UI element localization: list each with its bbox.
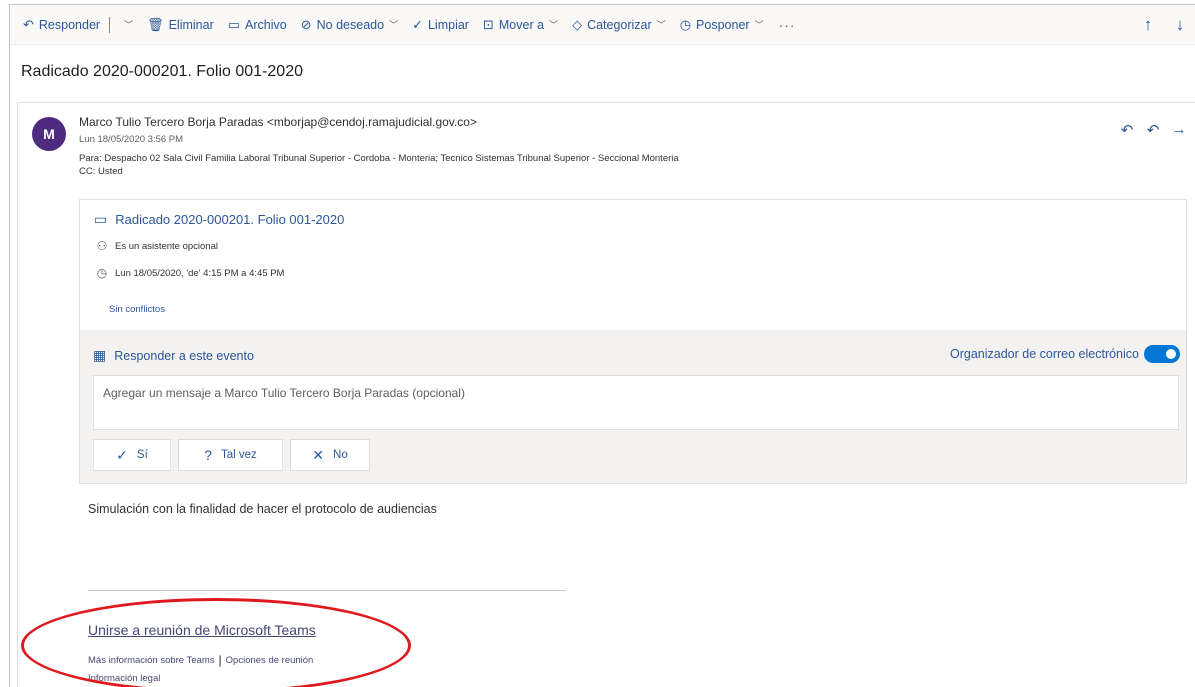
decline-button[interactable]: ✕ No	[290, 439, 370, 471]
clock-icon: ◷	[679, 16, 692, 32]
message-body: Simulación con la finalidad de hacer el …	[88, 502, 437, 516]
previous-message-icon[interactable]: ↑	[1132, 11, 1164, 39]
clock-icon: ◷	[96, 266, 108, 280]
respond-section: ▦ Responder a este evento Organizador de…	[80, 330, 1186, 483]
chevron-down-icon: ﹀	[124, 20, 134, 30]
block-icon: ⊘	[300, 16, 312, 32]
reply-icon: ↶	[23, 16, 34, 32]
divider	[88, 590, 566, 591]
conflicts-link[interactable]: Sin conflictos	[109, 304, 165, 315]
join-teams-meeting-link[interactable]: Unirse a reunión de Microsoft Teams	[88, 622, 316, 638]
trash-icon: 🗑	[147, 16, 164, 32]
teams-links: Más información sobre Teams | Opciones d…	[88, 653, 313, 667]
folder-move-icon: ⊡	[482, 16, 494, 32]
link-separator: |	[218, 653, 222, 667]
response-message-input[interactable]: Agregar un mensaje a Marco Tulio Tercero…	[93, 375, 1179, 430]
message-date: Lun 18/05/2020 3:56 PM	[79, 134, 184, 145]
reply-button[interactable]: ↶ Responder	[16, 11, 107, 39]
junk-button[interactable]: ⊘ No deseado ﹀	[294, 11, 405, 39]
checkmark-icon: ✓	[116, 446, 128, 463]
message-actions: ↶ ↶ →	[1114, 121, 1192, 139]
toggle-switch[interactable]	[1144, 345, 1180, 363]
close-icon: ✕	[312, 446, 325, 463]
calendar-reply-icon: ▦	[93, 347, 107, 363]
delete-button[interactable]: 🗑 Eliminar	[140, 11, 221, 39]
message-navigation: ↑ ↓	[1132, 11, 1195, 39]
meeting-invite: ▭ Radicado 2020-000201. Folio 001-2020 ⚇…	[79, 199, 1187, 484]
sweep-button[interactable]: ✓ Limpiar	[405, 11, 476, 39]
chevron-down-icon: ﹀	[656, 20, 666, 30]
question-icon: ?	[204, 447, 212, 463]
teams-info-link[interactable]: Más información sobre Teams	[88, 655, 215, 666]
command-bar: ↶ Responder ﹀ 🗑 Eliminar ▭ Archivo ⊘ No …	[10, 5, 1195, 45]
archive-icon: ▭	[227, 16, 241, 32]
toolbar-divider	[109, 16, 111, 33]
broom-icon: ✓	[412, 16, 423, 32]
attendee-status: ⚇ Es un asistente opcional	[94, 239, 218, 253]
categorize-button[interactable]: ◇ Categorizar ﹀	[565, 11, 673, 39]
archive-button[interactable]: ▭ Archivo	[221, 11, 294, 39]
chevron-down-icon: ﹀	[754, 20, 764, 30]
respond-title: ▦ Responder a este evento	[93, 347, 254, 363]
message-card: M Marco Tulio Tercero Borja Paradas <mbo…	[17, 102, 1195, 687]
more-actions-button[interactable]: ···	[771, 17, 804, 33]
reading-pane: ↶ Responder ﹀ 🗑 Eliminar ▭ Archivo ⊘ No …	[9, 4, 1195, 687]
reply-options-dropdown[interactable]: ﹀	[112, 11, 140, 39]
next-message-icon[interactable]: ↓	[1164, 11, 1195, 39]
chevron-down-icon: ﹀	[389, 20, 399, 30]
move-to-button[interactable]: ⊡ Mover a ﹀	[476, 11, 565, 39]
calendar-icon: ▭	[94, 211, 108, 227]
response-buttons: ✓ Sí ? Tal vez ✕ No	[93, 439, 370, 471]
accept-button[interactable]: ✓ Sí	[93, 439, 171, 471]
forward-icon[interactable]: →	[1166, 121, 1192, 139]
invite-title[interactable]: ▭ Radicado 2020-000201. Folio 001-2020	[94, 211, 344, 228]
person-icon: ⚇	[96, 239, 108, 253]
avatar[interactable]: M	[32, 117, 66, 151]
snooze-button[interactable]: ◷ Posponer ﹀	[673, 11, 771, 39]
recipients-to: Para: Despacho 02 Sala Civil Familia Lab…	[79, 153, 679, 164]
recipients-cc: CC: Usted	[79, 166, 123, 177]
message-subject: Radicado 2020-000201. Folio 001-2020	[21, 63, 303, 80]
event-time: ◷ Lun 18/05/2020, 'de' 4:15 PM a 4:45 PM	[94, 266, 285, 280]
reply-icon[interactable]: ↶	[1114, 121, 1140, 139]
legal-info-link[interactable]: Información legal	[88, 673, 160, 684]
reply-all-icon[interactable]: ↶	[1140, 121, 1166, 139]
sender-name[interactable]: Marco Tulio Tercero Borja Paradas <mborj…	[79, 115, 477, 129]
meeting-options-link[interactable]: Opciones de reunión	[226, 655, 314, 666]
organizer-email-toggle[interactable]: Organizador de correo electrónico	[950, 345, 1180, 363]
tag-icon: ◇	[572, 16, 583, 32]
tentative-button[interactable]: ? Tal vez	[178, 439, 283, 471]
chevron-down-icon: ﹀	[549, 20, 559, 30]
